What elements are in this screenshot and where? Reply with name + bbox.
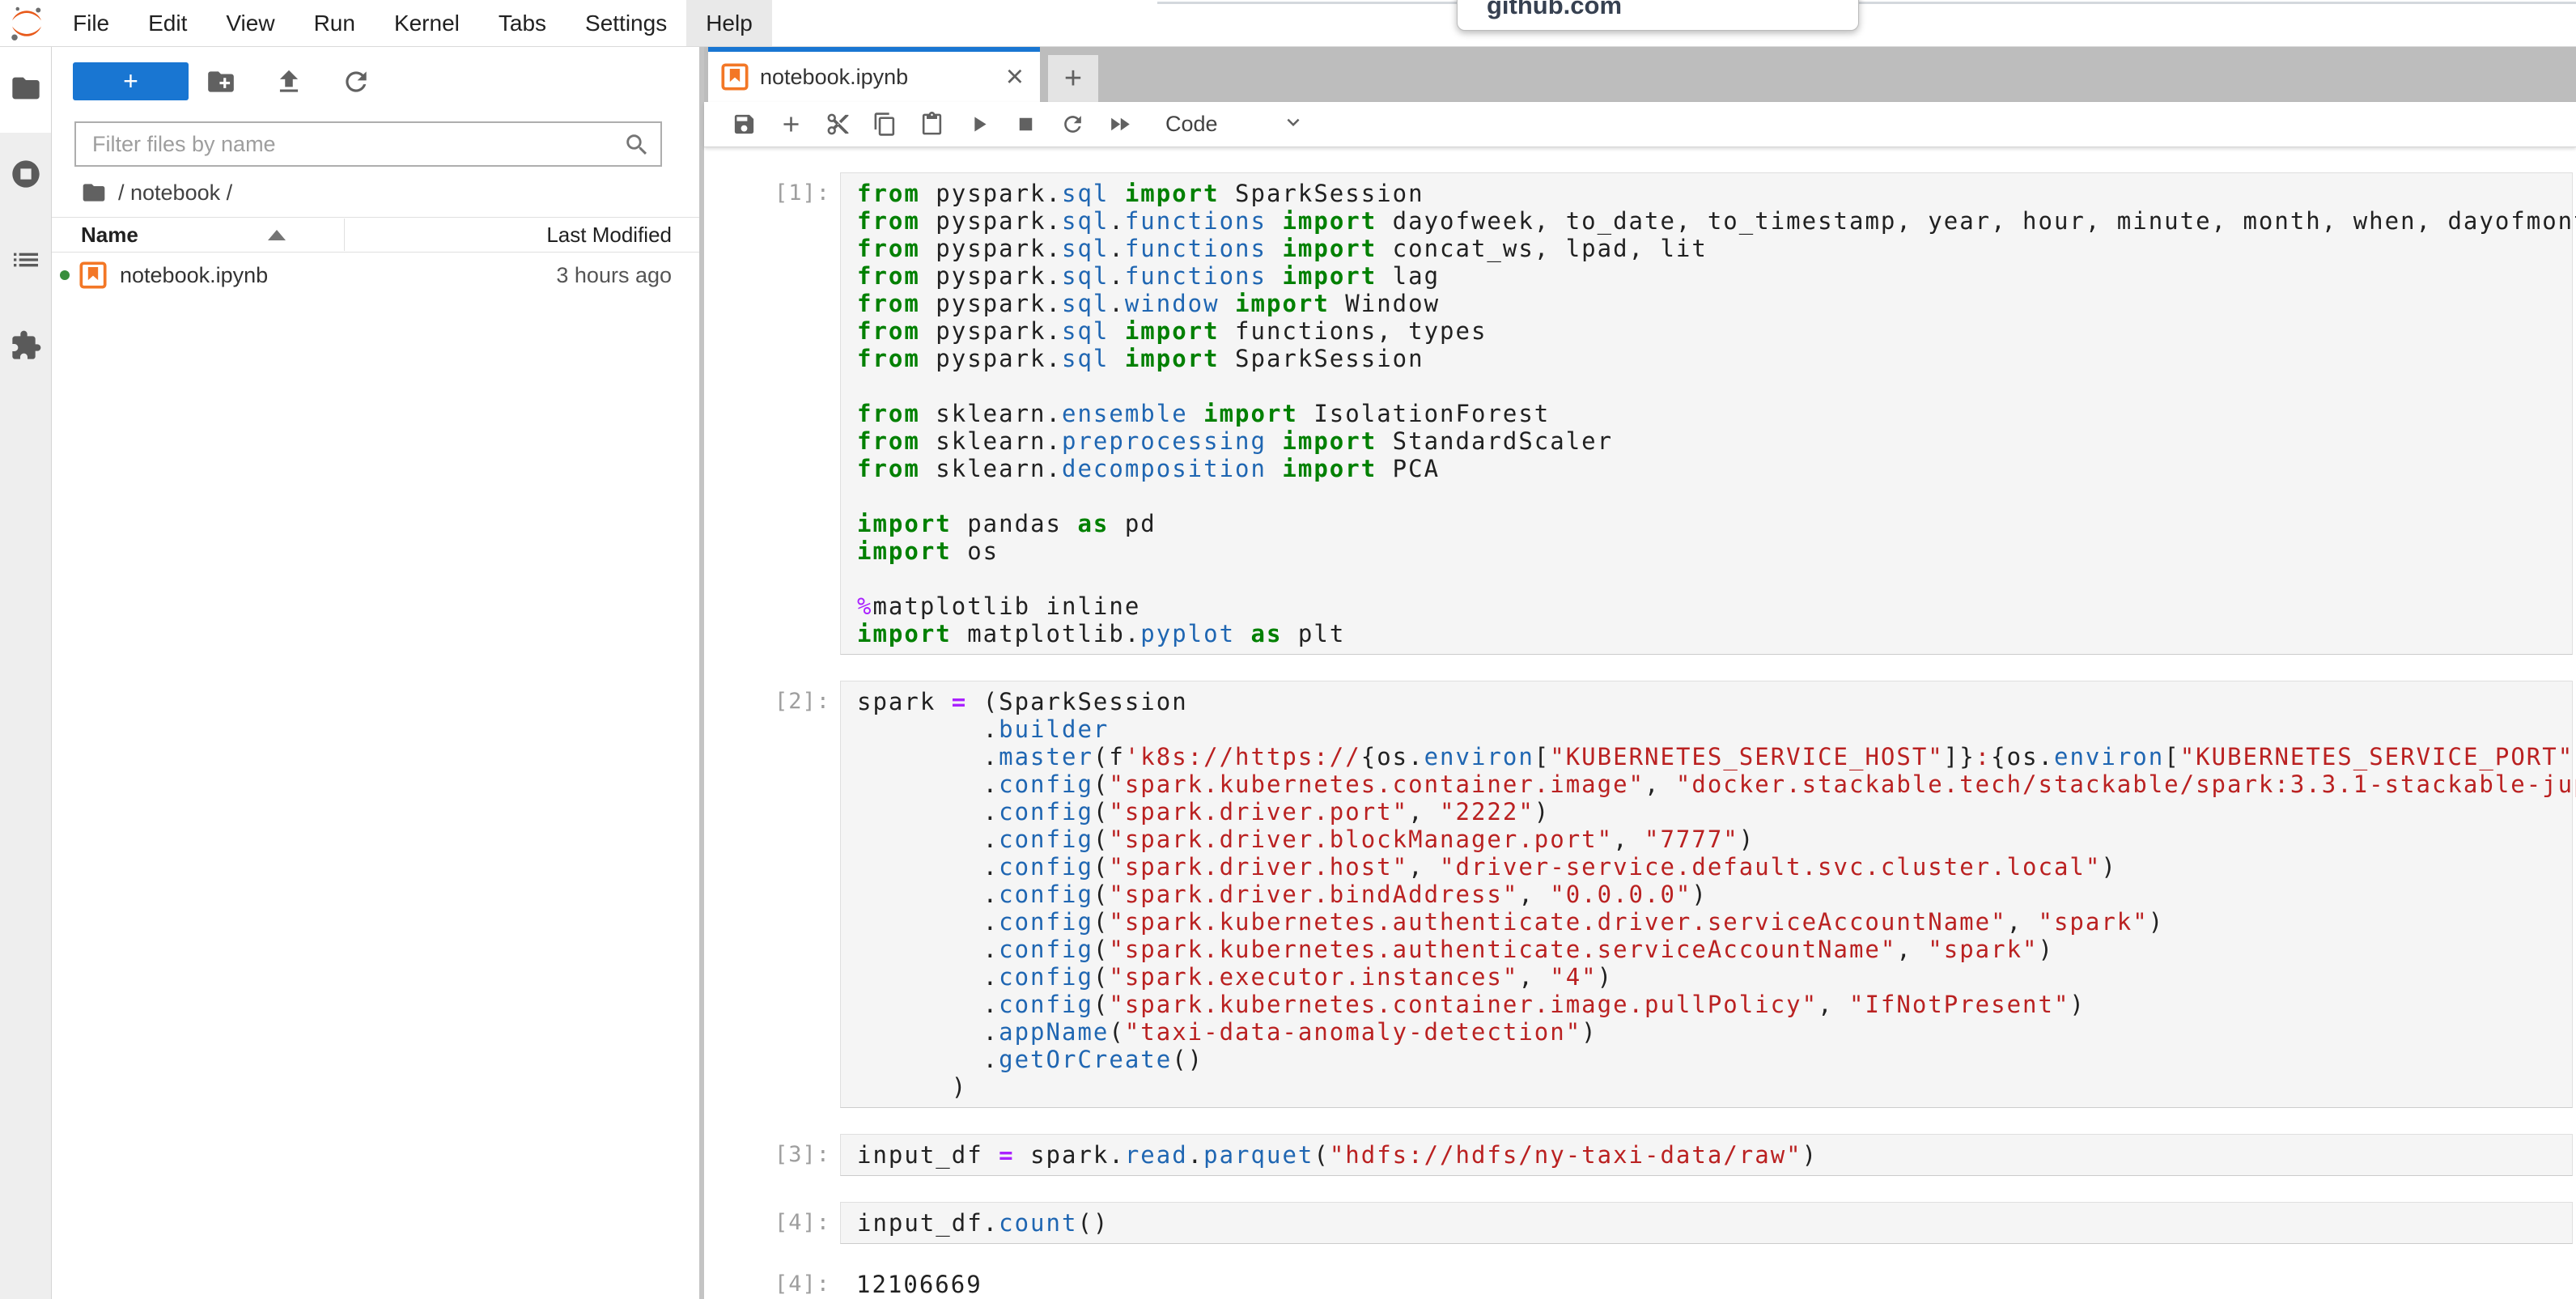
column-header-name[interactable]: Name (52, 223, 138, 248)
tab-title: notebook.ipynb (760, 65, 1003, 90)
sidebar-item-file-browser[interactable] (0, 47, 51, 133)
new-folder-button[interactable] (206, 66, 236, 97)
menu-item-tabs[interactable]: Tabs (479, 0, 566, 46)
execution-count: [3]: (704, 1134, 840, 1176)
run-icon (966, 112, 991, 137)
list-icon (10, 244, 42, 280)
execution-count: [1]: (704, 172, 840, 655)
clipboard-icon (919, 112, 944, 137)
menu-items: FileEditViewRunKernelTabsSettingsHelp (53, 0, 772, 46)
refresh-button[interactable] (341, 66, 371, 97)
save-button[interactable] (720, 107, 767, 142)
restart-run-all-button[interactable] (1096, 107, 1143, 142)
column-divider (344, 219, 345, 251)
column-header-last-modified[interactable]: Last Modified (546, 223, 699, 248)
tab-notebook[interactable]: notebook.ipynb × (708, 47, 1040, 102)
breadcrumb[interactable]: / notebook / (81, 175, 232, 210)
save-icon (732, 112, 757, 137)
menu-item-help[interactable]: Help (686, 0, 772, 46)
menu-item-edit[interactable]: Edit (129, 0, 206, 46)
copy-cells-button[interactable] (861, 107, 908, 142)
execution-count: [4]: (704, 1263, 840, 1298)
menu-item-view[interactable]: View (206, 0, 294, 46)
filter-files-input[interactable] (76, 123, 660, 165)
sidebar-item-table-of-contents[interactable] (0, 219, 51, 304)
folder-icon (10, 72, 42, 108)
cut-cells-button[interactable] (814, 107, 861, 142)
restart-icon (1060, 112, 1085, 137)
fast-forward-icon (1107, 112, 1132, 137)
file-list-header: Name Last Modified (52, 217, 699, 253)
file-last-modified: 3 hours ago (556, 263, 699, 288)
new-tab-button[interactable]: + (1048, 55, 1098, 102)
menu-item-settings[interactable]: Settings (566, 0, 686, 46)
cell-editor[interactable]: input_df.count() (840, 1202, 2573, 1244)
file-name: notebook.ipynb (120, 263, 268, 288)
output-area: [4]:12106669 (704, 1263, 2576, 1298)
puzzle-icon (10, 329, 42, 366)
sidebar-item-running-sessions[interactable] (0, 133, 51, 219)
notebook-file-icon (79, 261, 107, 289)
execution-count: [4]: (704, 1202, 840, 1244)
browser-edge-line (1157, 2, 2576, 4)
main-area: notebook.ipynb × + (704, 47, 2576, 1299)
file-row[interactable]: notebook.ipynb 3 hours ago (52, 253, 699, 298)
menu-item-file[interactable]: File (53, 0, 129, 46)
plus-icon: + (123, 66, 138, 96)
sort-ascending-icon (268, 230, 286, 240)
cell-editor[interactable]: spark = (SparkSession .builder .master(f… (840, 681, 2573, 1108)
home-folder-icon (81, 180, 107, 206)
code-cell: [4]:input_df.count() (704, 1202, 2576, 1244)
breadcrumb-path: / notebook / (118, 180, 232, 206)
menu-item-run[interactable]: Run (295, 0, 375, 46)
code-cell: [1]:from pyspark.sql import SparkSession… (704, 172, 2576, 655)
cell-type-dropdown[interactable]: Code (1165, 110, 1305, 138)
menu-item-kernel[interactable]: Kernel (375, 0, 479, 46)
stop-circle-icon (10, 158, 42, 194)
file-list: notebook.ipynb 3 hours ago (52, 253, 699, 298)
add-cell-button[interactable] (767, 107, 814, 142)
stop-icon (1013, 112, 1038, 137)
code-cell: [2]:spark = (SparkSession .builder .mast… (704, 681, 2576, 1108)
app-shell: + / notebook / Name Last Modified notebo… (0, 47, 2576, 1299)
interrupt-kernel-button[interactable] (1002, 107, 1049, 142)
menu-bar: FileEditViewRunKernelTabsSettingsHelp (0, 0, 2576, 47)
close-icon[interactable]: × (1003, 62, 1027, 92)
chevron-down-icon (1281, 110, 1305, 138)
paste-cells-button[interactable] (908, 107, 955, 142)
new-launcher-button[interactable]: + (73, 62, 189, 100)
cell-editor[interactable]: input_df = spark.read.parquet("hdfs://hd… (840, 1134, 2573, 1176)
jupyter-logo (0, 0, 53, 46)
cell-editor[interactable]: from pyspark.sql import SparkSessionfrom… (840, 172, 2573, 655)
execution-count: [2]: (704, 681, 840, 1108)
notebook-toolbar: Code (704, 102, 2576, 147)
restart-kernel-button[interactable] (1049, 107, 1096, 142)
file-browser-panel: + / notebook / Name Last Modified notebo… (52, 47, 704, 1299)
scissors-icon (825, 112, 851, 137)
cell-type-value: Code (1165, 112, 1218, 137)
popup-text: github.com (1487, 0, 1622, 19)
output-text: 12106669 (840, 1263, 2576, 1298)
upload-button[interactable] (274, 66, 304, 97)
link-status-popup: github.com (1457, 0, 1859, 31)
tab-bar: notebook.ipynb × + (704, 47, 2576, 102)
plus-icon (779, 112, 804, 137)
left-sidebar (0, 47, 52, 1299)
notebook-file-icon (721, 63, 749, 91)
search-icon (623, 131, 651, 159)
sidebar-item-extensions[interactable] (0, 304, 51, 390)
plus-icon: + (1064, 62, 1082, 96)
kernel-running-dot (60, 270, 70, 280)
filter-files-box (74, 121, 662, 167)
copy-icon (872, 112, 898, 137)
run-cell-button[interactable] (955, 107, 1002, 142)
code-cell: [3]:input_df = spark.read.parquet("hdfs:… (704, 1134, 2576, 1176)
notebook-content: [1]:from pyspark.sql import SparkSession… (704, 147, 2576, 1299)
